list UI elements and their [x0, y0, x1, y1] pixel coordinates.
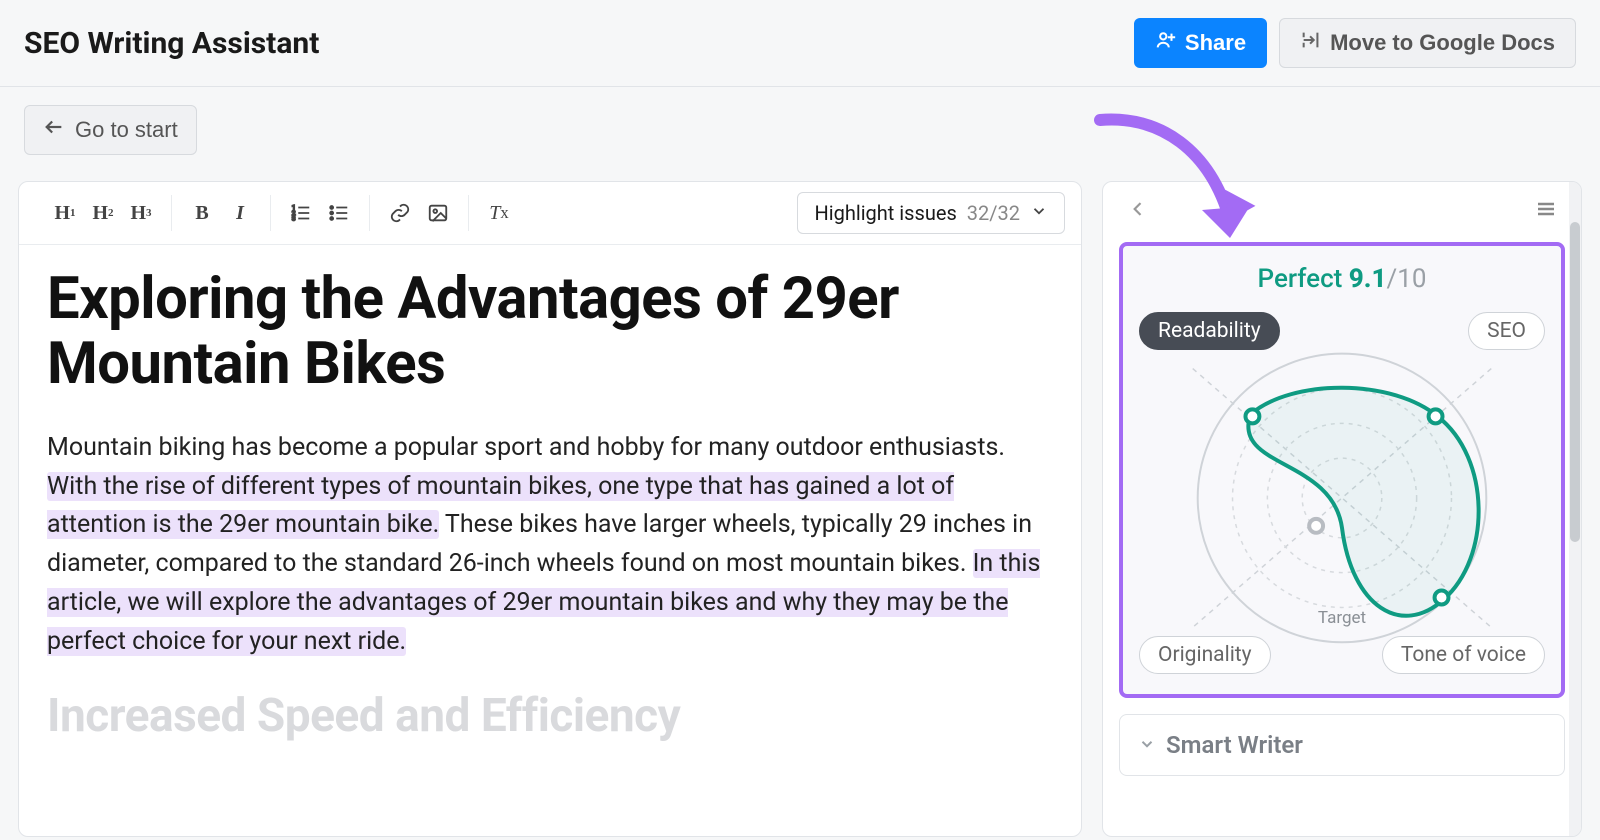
- topbar-actions: Share Move to Google Docs: [1134, 18, 1576, 68]
- export-icon: [1300, 29, 1322, 57]
- pill-readability[interactable]: Readability: [1139, 312, 1280, 350]
- format-group: H1 H2 H3 B I 123: [35, 195, 529, 231]
- score-value: 9.1: [1349, 264, 1387, 294]
- italic-button[interactable]: I: [222, 195, 258, 231]
- highlight-count: 32/32: [967, 201, 1020, 225]
- chevron-down-icon: [1138, 731, 1156, 759]
- document-title: Exploring the Advantages of 29er Mountai…: [47, 267, 1053, 397]
- score-panel: Perfect 9.1/10: [1119, 242, 1565, 698]
- editor-body[interactable]: Exploring the Advantages of 29er Mountai…: [19, 245, 1081, 765]
- clear-format-button[interactable]: Tx: [481, 195, 517, 231]
- h2-button[interactable]: H2: [85, 195, 121, 231]
- editor-card: H1 H2 H3 B I 123: [18, 181, 1082, 837]
- faded-heading: Increased Speed and Efficiency: [47, 689, 1053, 743]
- go-to-start-label: Go to start: [75, 117, 178, 143]
- sidebar-back-button[interactable]: [1121, 192, 1155, 226]
- share-label: Share: [1185, 30, 1246, 56]
- bold-button[interactable]: B: [184, 195, 220, 231]
- editor-toolbar: H1 H2 H3 B I 123: [19, 182, 1081, 245]
- scrollbar-thumb[interactable]: [1570, 222, 1580, 542]
- document-paragraph: Mountain biking has become a popular spo…: [47, 429, 1053, 662]
- link-button[interactable]: [382, 195, 418, 231]
- unordered-list-button[interactable]: [321, 195, 357, 231]
- chevron-down-icon: [1030, 201, 1048, 225]
- arrow-left-icon: [43, 116, 65, 144]
- sidebar-card: Perfect 9.1/10: [1102, 181, 1582, 837]
- score-denom: /10: [1387, 264, 1427, 294]
- highlight-label: Highlight issues: [814, 201, 956, 225]
- score-word: Perfect: [1258, 264, 1343, 294]
- h1-button[interactable]: H1: [47, 195, 83, 231]
- share-button[interactable]: Share: [1134, 18, 1267, 68]
- smart-writer-section[interactable]: Smart Writer: [1119, 714, 1565, 776]
- top-bar: SEO Writing Assistant Share Move to Goog…: [0, 0, 1600, 87]
- svg-text:3: 3: [292, 214, 296, 222]
- move-gdocs-button[interactable]: Move to Google Docs: [1279, 18, 1576, 68]
- app-title: SEO Writing Assistant: [24, 26, 319, 61]
- pill-seo[interactable]: SEO: [1468, 312, 1545, 350]
- para-segment: Mountain biking has become a popular spo…: [47, 433, 1005, 462]
- share-icon: [1155, 29, 1177, 57]
- ordered-list-button[interactable]: 123: [283, 195, 319, 231]
- pill-tone[interactable]: Tone of voice: [1382, 636, 1545, 674]
- sidebar-menu-button[interactable]: [1529, 192, 1563, 226]
- target-label: Target: [1318, 608, 1366, 628]
- highlight-issues-dropdown[interactable]: Highlight issues 32/32: [797, 192, 1065, 234]
- go-to-start-button[interactable]: Go to start: [24, 105, 197, 155]
- sub-toolbar: Go to start: [0, 87, 1600, 167]
- workspace: H1 H2 H3 B I 123: [0, 167, 1600, 837]
- scrollbar[interactable]: [1569, 182, 1581, 836]
- move-gdocs-label: Move to Google Docs: [1330, 30, 1555, 56]
- smart-writer-label: Smart Writer: [1166, 731, 1303, 759]
- score-line: Perfect 9.1/10: [1133, 264, 1551, 294]
- pill-originality[interactable]: Originality: [1139, 636, 1271, 674]
- h3-button[interactable]: H3: [123, 195, 159, 231]
- radar-chart: Readability SEO Originality Tone of voic…: [1133, 308, 1551, 678]
- image-button[interactable]: [420, 195, 456, 231]
- sidebar-header: [1103, 182, 1581, 236]
